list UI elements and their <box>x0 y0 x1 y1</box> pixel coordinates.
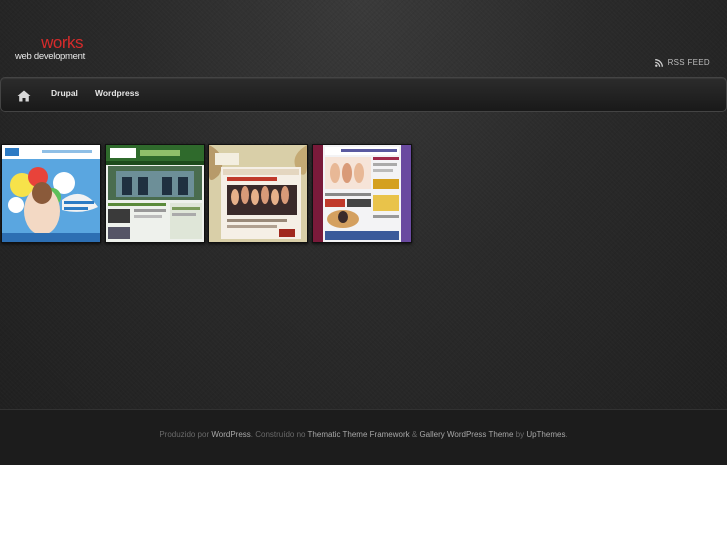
site-footer: Produzido por WordPress. Construído no T… <box>0 409 727 465</box>
main-navigation: Drupal Wordpress <box>0 77 727 112</box>
footer-link-wordpress[interactable]: WordPress <box>211 430 250 439</box>
portfolio-thumbnail[interactable] <box>312 144 412 243</box>
portfolio-thumbnail[interactable] <box>1 144 101 243</box>
page-background: works web development RSS FEED Drupal Wo… <box>0 0 727 464</box>
rss-feed-link[interactable]: RSS FEED <box>654 58 710 67</box>
portfolio-thumbnail[interactable] <box>208 144 308 243</box>
nav-home[interactable] <box>17 89 31 102</box>
site-logo[interactable]: works web development <box>15 34 95 66</box>
logo-subtitle: web development <box>15 51 85 62</box>
footer-link-gallery-theme[interactable]: Gallery WordPress Theme <box>419 430 513 439</box>
thumbnail-image <box>209 145 307 242</box>
portfolio-thumbnail[interactable] <box>105 144 205 243</box>
home-icon <box>17 90 31 102</box>
footer-text-5: . <box>565 430 568 439</box>
rss-icon <box>654 58 663 67</box>
footer-link-thematic[interactable]: Thematic Theme Framework <box>308 430 410 439</box>
footer-link-upthemes[interactable]: UpThemes <box>526 430 565 439</box>
footer-text-2: . Construído no <box>250 430 308 439</box>
rss-feed-label: RSS FEED <box>667 58 710 67</box>
thumbnail-image <box>2 145 100 242</box>
logo-title: works <box>41 33 83 52</box>
footer-credits: Produzido por WordPress. Construído no T… <box>0 430 727 439</box>
thumbnail-image <box>106 145 204 242</box>
footer-text-3: & <box>409 430 420 439</box>
footer-text-4: by <box>513 430 527 439</box>
nav-item-wordpress[interactable]: Wordpress <box>95 88 139 98</box>
thumbnail-image <box>313 145 411 242</box>
portfolio-gallery <box>0 144 420 244</box>
footer-text-1: Produzido por <box>159 430 212 439</box>
nav-item-drupal[interactable]: Drupal <box>51 88 78 98</box>
